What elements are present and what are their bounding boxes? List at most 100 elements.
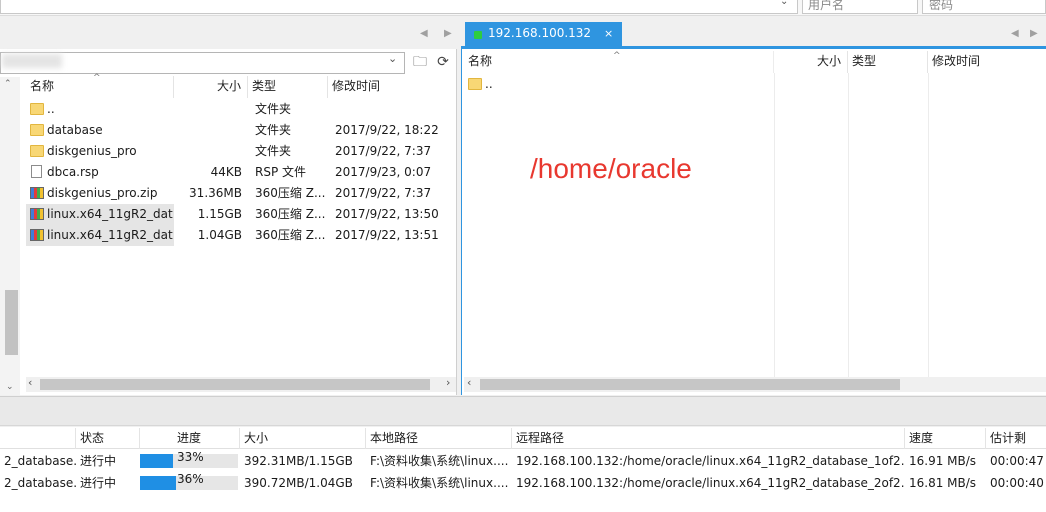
file-type-cell: RSP 文件	[248, 162, 328, 183]
table-row[interactable]: 2_database... 进行中 390.72MB/1.04GB F:\资料收集\系…	[0, 472, 1046, 494]
scroll-right-icon[interactable]: ›	[446, 376, 450, 389]
scrollbar-thumb[interactable]	[5, 290, 18, 355]
tab-scroll-left-icon[interactable]: ◀	[420, 28, 428, 39]
list-item[interactable]: database 文件夹 2017/9/22, 18:22	[26, 120, 456, 141]
file-modified: 2017/9/22, 13:51	[335, 228, 439, 242]
list-item[interactable]: .. 文件夹	[26, 99, 456, 120]
list-item[interactable]: linux.x64_11gR2_dat... 1.15GB 360压缩 Z... 20…	[26, 204, 456, 225]
parent-folder-icon[interactable]: 🗀	[411, 54, 429, 70]
column-divider	[928, 73, 929, 377]
file-modified-cell: 2017/9/22, 7:37	[328, 183, 456, 204]
remote-col-header-type[interactable]: 类型	[848, 51, 928, 73]
remote-file-pane: ^ 名称 大小 类型 修改时间 .. ‹	[461, 49, 1046, 395]
file-size: 31.36MB	[189, 186, 242, 200]
file-type-cell: 文件夹	[248, 120, 328, 141]
file-name-cell: ..	[26, 99, 174, 120]
file-modified: 2017/9/22, 18:22	[335, 123, 439, 137]
queue-remote-path: 192.168.100.132:/home/oracle/linux.x64_1…	[516, 476, 905, 490]
file-modified-cell	[328, 99, 456, 120]
remote-col-header-size[interactable]: 大小	[774, 51, 848, 73]
column-divider	[774, 73, 775, 377]
file-size-cell: 31.36MB	[174, 183, 248, 204]
queue-local-path: F:\资料收集\系统\linux....	[370, 454, 509, 468]
file-name: database	[47, 123, 103, 137]
queue-col-eta[interactable]: 估计剩余...	[986, 428, 1046, 465]
file-size-cell	[174, 99, 248, 120]
queue-col-remote-path[interactable]: 远程路径	[512, 428, 905, 449]
col-header-type[interactable]: 类型	[248, 76, 328, 98]
file-size-cell: 1.04GB	[174, 225, 248, 246]
list-item[interactable]: ..	[468, 74, 668, 95]
file-name: linux.x64_11gR2_dat...	[47, 228, 174, 242]
queue-col-file[interactable]	[0, 428, 76, 449]
col-header-modified[interactable]: 修改时间	[328, 76, 456, 98]
queue-col-progress[interactable]: 进度	[140, 428, 240, 449]
tab-scroll-right-icon[interactable]: ▶	[444, 28, 452, 39]
connected-status-icon	[474, 31, 482, 39]
remote-col-header-modified[interactable]: 修改时间	[928, 51, 1046, 73]
file-type: 360压缩 Z...	[255, 228, 326, 242]
remote-horizontal-scrollbar[interactable]: ‹	[464, 376, 1046, 392]
close-icon[interactable]: ×	[604, 27, 613, 40]
file-modified-cell: 2017/9/22, 18:22	[328, 120, 456, 141]
chevron-down-icon[interactable]: ⌄	[388, 52, 397, 65]
file-type-cell: 文件夹	[248, 141, 328, 162]
file-type: RSP 文件	[255, 165, 307, 179]
file-name-cell: linux.x64_11gR2_dat...	[26, 225, 174, 246]
file-name: diskgenius_pro	[47, 144, 137, 158]
file-name: diskgenius_pro.zip	[47, 186, 158, 200]
list-item[interactable]: dbca.rsp 44KB RSP 文件 2017/9/23, 0:07	[26, 162, 456, 183]
progress-bar: 36%	[140, 472, 238, 490]
list-item[interactable]: linux.x64_11gR2_dat... 1.04GB 360压缩 Z... 20…	[26, 225, 456, 246]
progress-bar: 33%	[140, 450, 238, 468]
queue-toolbar	[0, 396, 1046, 426]
queue-col-speed[interactable]: 速度	[905, 428, 986, 449]
horizontal-scrollbar[interactable]: ‹ ›	[26, 376, 456, 392]
hscrollbar-thumb[interactable]	[40, 379, 430, 390]
col-header-name[interactable]: 名称	[26, 76, 174, 98]
file-name: ..	[485, 77, 493, 91]
progress-label: 33%	[177, 450, 204, 464]
queue-file: 2_database...	[4, 454, 76, 468]
chevron-down-icon[interactable]: ⌄	[780, 0, 788, 7]
file-name-cell: diskgenius_pro	[26, 141, 174, 162]
queue-file: 2_database...	[4, 476, 76, 490]
file-type: 文件夹	[255, 102, 292, 116]
progress-label: 36%	[177, 472, 204, 486]
list-item[interactable]: diskgenius_pro.zip 31.36MB 360压缩 Z... 2017/…	[26, 183, 456, 204]
list-item[interactable]: diskgenius_pro 文件夹 2017/9/22, 7:37	[26, 141, 456, 162]
file-size: 1.15GB	[197, 207, 242, 221]
remote-col-header-name[interactable]: 名称	[464, 51, 774, 73]
file-size-cell: 1.15GB	[174, 204, 248, 225]
refresh-icon[interactable]: ⟳	[434, 54, 452, 70]
file-name: ..	[47, 102, 55, 116]
tab-remote-host[interactable]: 192.168.100.132 ×	[465, 22, 622, 46]
scroll-up-icon[interactable]: ⌃	[4, 79, 12, 89]
scroll-left-icon[interactable]: ‹	[28, 376, 32, 389]
queue-status: 进行中	[80, 476, 117, 490]
username-placeholder: 用户名	[808, 0, 845, 12]
file-size-cell	[174, 120, 248, 141]
folder-icon	[30, 124, 44, 136]
queue-speed: 16.81 MB/s	[909, 476, 977, 490]
col-header-size[interactable]: 大小	[174, 76, 248, 98]
archive-icon	[30, 208, 44, 220]
queue-col-status[interactable]: 状态	[76, 428, 140, 449]
queue-col-local-path[interactable]: 本地路径	[366, 428, 512, 449]
file-modified-cell: 2017/9/22, 13:51	[328, 225, 456, 246]
vertical-scrollbar[interactable]: ⌃ ⌄	[0, 77, 20, 395]
queue-col-size[interactable]: 大小	[240, 428, 366, 449]
file-type: 360压缩 Z...	[255, 207, 326, 221]
hscrollbar-thumb[interactable]	[480, 379, 900, 390]
file-type-cell: 360压缩 Z...	[248, 183, 328, 204]
file-modified: 2017/9/22, 7:37	[335, 144, 432, 158]
folder-icon	[30, 103, 44, 115]
scroll-down-icon[interactable]: ⌄	[6, 382, 14, 392]
table-row[interactable]: 2_database... 进行中 392.31MB/1.15GB F:\资料收集\系…	[0, 450, 1046, 472]
tab-scroll-left-icon-right[interactable]: ◀	[1011, 28, 1019, 39]
tab-scroll-right-icon-right[interactable]: ▶	[1030, 28, 1038, 39]
file-modified: 2017/9/23, 0:07	[335, 165, 432, 179]
file-type-cell: 360压缩 Z...	[248, 204, 328, 225]
scroll-left-icon[interactable]: ‹	[467, 376, 471, 389]
host-combo[interactable]	[0, 0, 798, 14]
